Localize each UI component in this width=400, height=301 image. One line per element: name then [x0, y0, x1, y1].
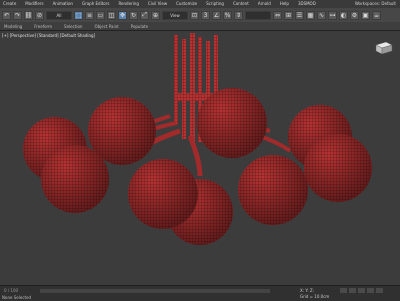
- menu-graph-editors[interactable]: Graph Editors: [82, 0, 109, 8]
- playback-controls: [340, 288, 383, 293]
- prev-frame-icon[interactable]: [349, 288, 356, 293]
- menu-3dsmod[interactable]: 3DSMOD: [298, 0, 316, 8]
- angle-snap-icon[interactable]: ∠: [212, 10, 221, 20]
- render-setup-icon[interactable]: ⚙: [350, 10, 359, 20]
- viewcube[interactable]: [372, 41, 394, 57]
- scale-icon[interactable]: ⤢: [140, 10, 149, 20]
- pivot-icon[interactable]: ⊡: [190, 10, 199, 20]
- window-crossing-icon[interactable]: ◫: [107, 10, 116, 20]
- select-by-name-icon[interactable]: ≡: [85, 10, 94, 20]
- main-toolbar: ↶ ↷ ⛓ ⊘ All ⬚ ≡ ▭ ◫ ✥ ↻ ⤢ ⊕ View ⊡ 3 ∠ %…: [0, 8, 400, 22]
- time-slider[interactable]: [40, 289, 270, 293]
- menu-bar: Create Modifiers Animation Graph Editors…: [0, 0, 400, 8]
- menu-animation[interactable]: Animation: [53, 0, 73, 8]
- render-icon[interactable]: ☕: [372, 10, 381, 20]
- play-icon[interactable]: [358, 288, 365, 293]
- rotate-icon[interactable]: ↻: [129, 10, 138, 20]
- ribbon-tab-freeform[interactable]: Freeform: [34, 24, 52, 29]
- render-frame-icon[interactable]: ▣: [361, 10, 370, 20]
- redo-icon[interactable]: ↷: [13, 10, 22, 20]
- workspace-selector[interactable]: Workspaces: Default: [355, 1, 396, 6]
- ribbon-tabs: Modeling Freeform Selection Object Paint…: [0, 22, 400, 31]
- chandelier-model[interactable]: [0, 31, 400, 285]
- frame-counter[interactable]: 0 / 100: [4, 288, 18, 293]
- snap-icon[interactable]: 3: [201, 10, 210, 20]
- grid-readout: Grid = 10.0cm: [300, 294, 330, 299]
- coordinate-readout[interactable]: X: Y: Z:: [300, 288, 314, 293]
- ribbon-tab-modeling[interactable]: Modeling: [4, 24, 22, 29]
- ribbon-tab-populate[interactable]: Populate: [131, 24, 148, 29]
- link-icon[interactable]: ⛓: [24, 10, 33, 20]
- mirror-icon[interactable]: ⇔: [273, 10, 282, 20]
- rect-select-icon[interactable]: ▭: [96, 10, 105, 20]
- spinner-snap-icon[interactable]: ⇕: [234, 10, 243, 20]
- view-dropdown[interactable]: View: [162, 10, 188, 20]
- undo-icon[interactable]: ↶: [2, 10, 11, 20]
- selection-info: None Selected: [2, 295, 32, 300]
- align-icon[interactable]: ⊞: [284, 10, 293, 20]
- material-editor-icon[interactable]: ◐: [339, 10, 348, 20]
- next-frame-icon[interactable]: [367, 288, 374, 293]
- menu-arnold[interactable]: Arnold: [258, 0, 271, 8]
- menu-customize[interactable]: Customize: [176, 0, 197, 8]
- menu-content[interactable]: Content: [233, 0, 249, 8]
- scene-explorer-icon[interactable]: ▦: [306, 10, 315, 20]
- viewport-label[interactable]: [+] [Perspective] [Standard] [Default Sh…: [2, 33, 95, 38]
- go-to-start-icon[interactable]: [340, 288, 347, 293]
- layer-icon[interactable]: ☰: [295, 10, 304, 20]
- menu-modifiers[interactable]: Modifiers: [25, 0, 43, 8]
- menu-rendering[interactable]: Rendering: [118, 0, 138, 8]
- move-icon[interactable]: ✥: [118, 10, 127, 20]
- menu-create[interactable]: Create: [3, 0, 16, 8]
- select-object-icon[interactable]: ⬚: [74, 10, 83, 20]
- percent-snap-icon[interactable]: %: [223, 10, 232, 20]
- named-selection-dropdown[interactable]: [245, 10, 271, 20]
- go-to-end-icon[interactable]: [376, 288, 383, 293]
- ribbon-tab-object-paint[interactable]: Object Paint: [94, 24, 118, 29]
- selection-filter-dropdown[interactable]: All: [46, 10, 72, 20]
- menu-scripting[interactable]: Scripting: [206, 0, 224, 8]
- unlink-icon[interactable]: ⊘: [35, 10, 44, 20]
- ribbon-tab-selection[interactable]: Selection: [64, 24, 82, 29]
- menu-help[interactable]: Help: [280, 0, 289, 8]
- curve-editor-icon[interactable]: ∿: [317, 10, 326, 20]
- status-bar: 0 / 100 None Selected X: Y: Z: Grid = 10…: [0, 285, 400, 301]
- menu-civil-view[interactable]: Civil View: [148, 0, 167, 8]
- placement-icon[interactable]: ⊕: [151, 10, 160, 20]
- schematic-icon[interactable]: ⊶: [328, 10, 337, 20]
- perspective-viewport[interactable]: [+] [Perspective] [Standard] [Default Sh…: [0, 31, 400, 285]
